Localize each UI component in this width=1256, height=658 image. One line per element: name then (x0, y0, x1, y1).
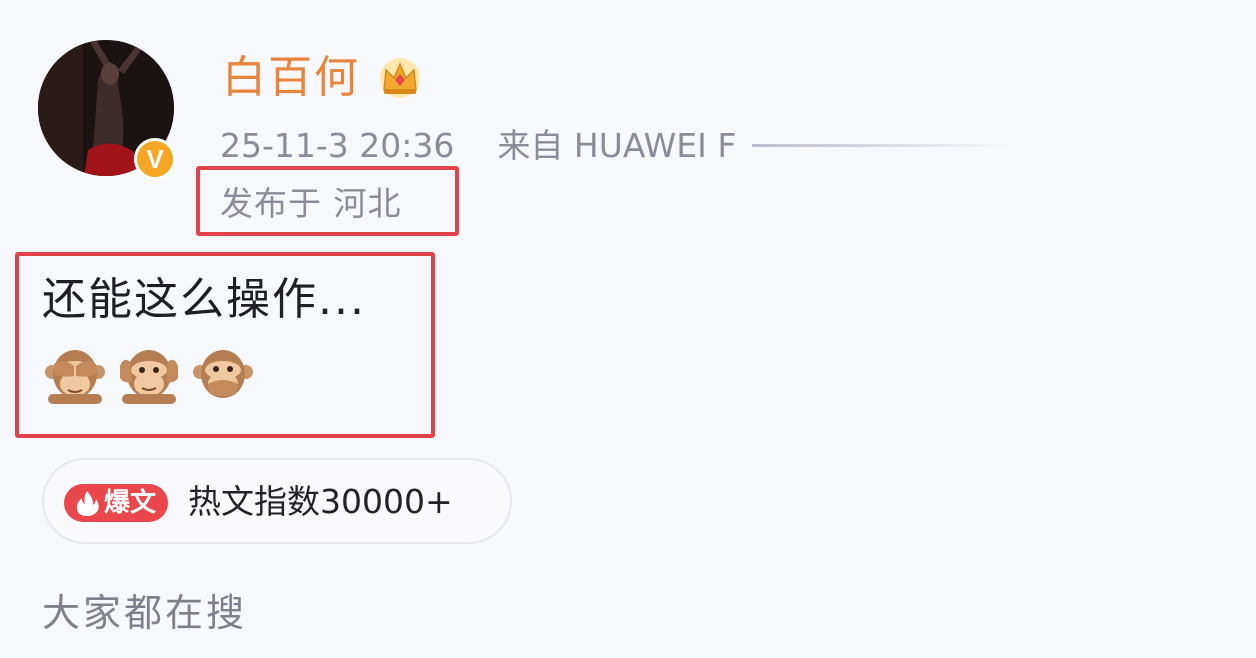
hot-index-text: 热文指数30000+ (188, 482, 453, 521)
flame-icon (76, 491, 99, 516)
location-highlight-box (196, 166, 459, 236)
avatar[interactable]: V (38, 40, 178, 180)
hot-badge-label: 爆文 (104, 488, 157, 518)
post-source: 来自 HUAWEI F (497, 126, 737, 165)
content-highlight-box (15, 252, 435, 438)
verified-badge-icon: V (134, 138, 176, 180)
post-timestamp: 25-11-3 20:36 (220, 126, 455, 165)
crown-icon (380, 58, 420, 98)
trending-search-heading: 大家都在搜 (42, 591, 248, 635)
hot-index-pill[interactable]: 爆文 热文指数30000+ (42, 458, 512, 544)
username[interactable]: 白百何 (222, 52, 360, 104)
source-fade-line (752, 144, 1012, 147)
hot-badge: 爆文 (64, 484, 168, 522)
